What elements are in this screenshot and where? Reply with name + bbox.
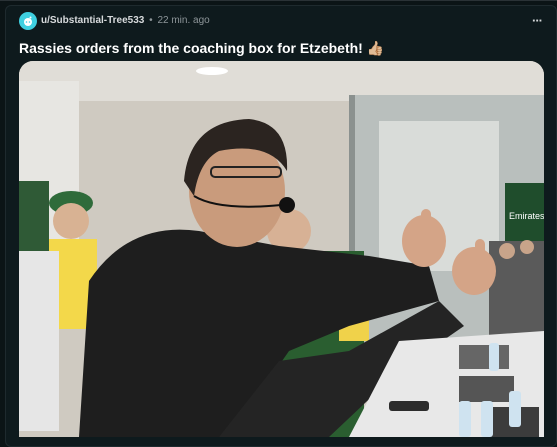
post-title[interactable]: Rassies orders from the coaching box for… [19,39,384,57]
more-options-icon[interactable]: ··· [529,12,545,28]
stadium-sign: Emirates [509,211,544,221]
video-player[interactable]: Emirates [19,61,544,437]
post-timestamp: 22 min. ago [157,15,210,26]
video-frame-image: Emirates [19,61,544,437]
meta-separator: • [149,15,153,26]
reddit-avatar-icon[interactable] [19,12,37,30]
subreddit-link[interactable]: u/Substantial-Tree533 [41,15,144,26]
thumbs-up-emoji: 👍🏼 [366,40,385,56]
post-title-text: Rassies orders from the coaching box for… [19,40,363,56]
post-meta: u/Substantial-Tree533 • 22 min. ago [41,15,210,27]
top-divider [0,0,557,1]
